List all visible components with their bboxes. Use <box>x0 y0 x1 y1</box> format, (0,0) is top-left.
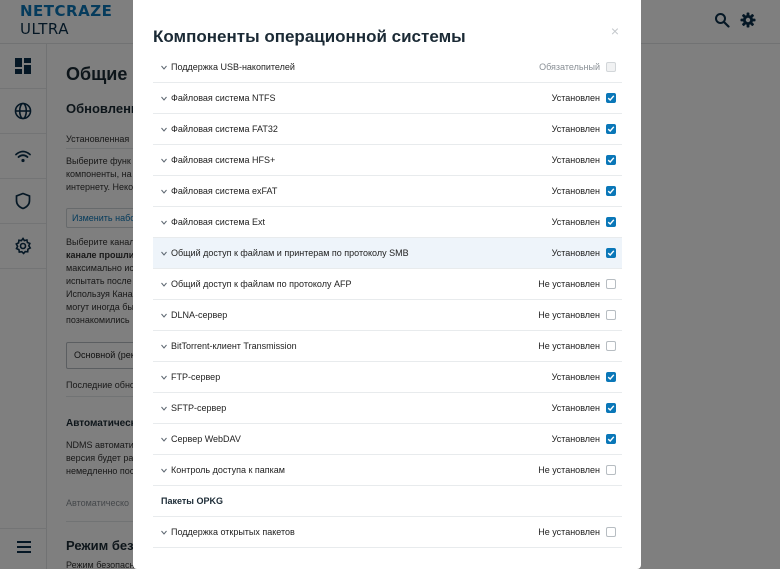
component-status: Не установлен <box>538 527 600 537</box>
component-label: FTP-сервер <box>171 372 221 382</box>
chevron-down-icon[interactable] <box>153 468 171 473</box>
check-icon <box>607 250 615 257</box>
component-status: Не установлен <box>538 279 600 289</box>
component-label: Общий доступ к файлам и принтерам по про… <box>171 248 409 258</box>
component-status: Установлен <box>551 155 600 165</box>
component-label: Файловая система exFAT <box>171 186 278 196</box>
chevron-down-icon[interactable] <box>153 375 171 380</box>
component-checkbox[interactable] <box>606 217 616 227</box>
chevron-down-icon[interactable] <box>153 313 171 318</box>
component-row[interactable]: Файловая система Ext Установлен <box>153 207 622 238</box>
component-label: DLNA-сервер <box>171 310 228 320</box>
component-status: Установлен <box>551 93 600 103</box>
chevron-down-icon[interactable] <box>153 344 171 349</box>
check-icon <box>607 405 615 412</box>
chevron-down-icon[interactable] <box>153 437 171 442</box>
component-label: Файловая система Ext <box>171 217 266 227</box>
component-label: Контроль доступа к папкам <box>171 465 285 475</box>
check-icon <box>607 95 615 102</box>
section-opkg: Пакеты OPKG <box>153 486 622 517</box>
check-icon <box>607 157 615 164</box>
component-checkbox[interactable] <box>606 403 616 413</box>
component-checkbox[interactable] <box>606 155 616 165</box>
component-row[interactable]: Поддержка USB-накопителей Обязательный <box>153 52 622 83</box>
component-checkbox[interactable] <box>606 279 616 289</box>
component-status: Установлен <box>551 124 600 134</box>
component-row[interactable]: Файловая система NTFS Установлен <box>153 83 622 114</box>
component-checkbox[interactable] <box>606 93 616 103</box>
component-label: Сервер WebDAV <box>171 434 241 444</box>
component-status: Установлен <box>551 186 600 196</box>
components-list: Поддержка USB-накопителей Обязательный Фай… <box>153 52 622 548</box>
component-row[interactable]: Сервер WebDAV Установлен <box>153 424 622 455</box>
component-row[interactable]: FTP-сервер Установлен <box>153 362 622 393</box>
component-status: Обязательный <box>539 62 600 72</box>
component-label: Файловая система HFS+ <box>171 155 276 165</box>
component-status: Установлен <box>551 372 600 382</box>
component-label: Файловая система FAT32 <box>171 124 278 134</box>
component-checkbox[interactable] <box>606 372 616 382</box>
component-row[interactable]: Файловая система FAT32 Установлен <box>153 114 622 145</box>
chevron-down-icon[interactable] <box>153 158 171 163</box>
check-icon <box>607 219 615 226</box>
component-status: Не установлен <box>538 310 600 320</box>
component-label: BitTorrent-клиент Transmission <box>171 341 297 351</box>
component-status: Не установлен <box>538 341 600 351</box>
component-label: Поддержка USB-накопителей <box>171 62 295 72</box>
component-checkbox[interactable] <box>606 341 616 351</box>
component-checkbox[interactable] <box>606 310 616 320</box>
component-row[interactable]: Общий доступ к файлам и принтерам по про… <box>153 238 622 269</box>
chevron-down-icon[interactable] <box>153 65 171 70</box>
component-row[interactable]: Файловая система exFAT Установлен <box>153 176 622 207</box>
chevron-down-icon[interactable] <box>153 282 171 287</box>
component-status: Установлен <box>551 248 600 258</box>
component-checkbox[interactable] <box>606 124 616 134</box>
component-checkbox[interactable] <box>606 186 616 196</box>
component-checkbox[interactable] <box>606 465 616 475</box>
component-checkbox <box>606 62 616 72</box>
check-icon <box>607 188 615 195</box>
component-status: Установлен <box>551 434 600 444</box>
chevron-down-icon[interactable] <box>153 251 171 256</box>
dialog-title: Компоненты операционной системы <box>153 27 466 46</box>
component-row[interactable]: Контроль доступа к папкам Не установлен <box>153 455 622 486</box>
component-status: Установлен <box>551 403 600 413</box>
component-row[interactable]: Поддержка открытых пакетов Не установлен <box>153 517 622 548</box>
component-status: Установлен <box>551 217 600 227</box>
check-icon <box>607 436 615 443</box>
component-row[interactable]: Общий доступ к файлам по протоколу AFP Не… <box>153 269 622 300</box>
chevron-down-icon[interactable] <box>153 127 171 132</box>
close-icon[interactable]: × <box>611 24 619 38</box>
component-checkbox[interactable] <box>606 248 616 258</box>
check-icon <box>607 374 615 381</box>
component-label: Файловая система NTFS <box>171 93 276 103</box>
component-checkbox[interactable] <box>606 434 616 444</box>
chevron-down-icon[interactable] <box>153 189 171 194</box>
check-icon <box>607 126 615 133</box>
chevron-down-icon[interactable] <box>153 220 171 225</box>
component-row[interactable]: DLNA-сервер Не установлен <box>153 300 622 331</box>
os-components-dialog: Компоненты операционной системы × Поддер… <box>133 0 641 569</box>
component-label: Поддержка открытых пакетов <box>171 527 295 537</box>
chevron-down-icon[interactable] <box>153 96 171 101</box>
component-label: Общий доступ к файлам по протоколу AFP <box>171 279 352 289</box>
component-row[interactable]: SFTP-сервер Установлен <box>153 393 622 424</box>
chevron-down-icon[interactable] <box>153 530 171 535</box>
component-checkbox[interactable] <box>606 527 616 537</box>
component-status: Не установлен <box>538 465 600 475</box>
component-label: SFTP-сервер <box>171 403 227 413</box>
chevron-down-icon[interactable] <box>153 406 171 411</box>
component-row[interactable]: Файловая система HFS+ Установлен <box>153 145 622 176</box>
component-row[interactable]: BitTorrent-клиент Transmission Не установ… <box>153 331 622 362</box>
